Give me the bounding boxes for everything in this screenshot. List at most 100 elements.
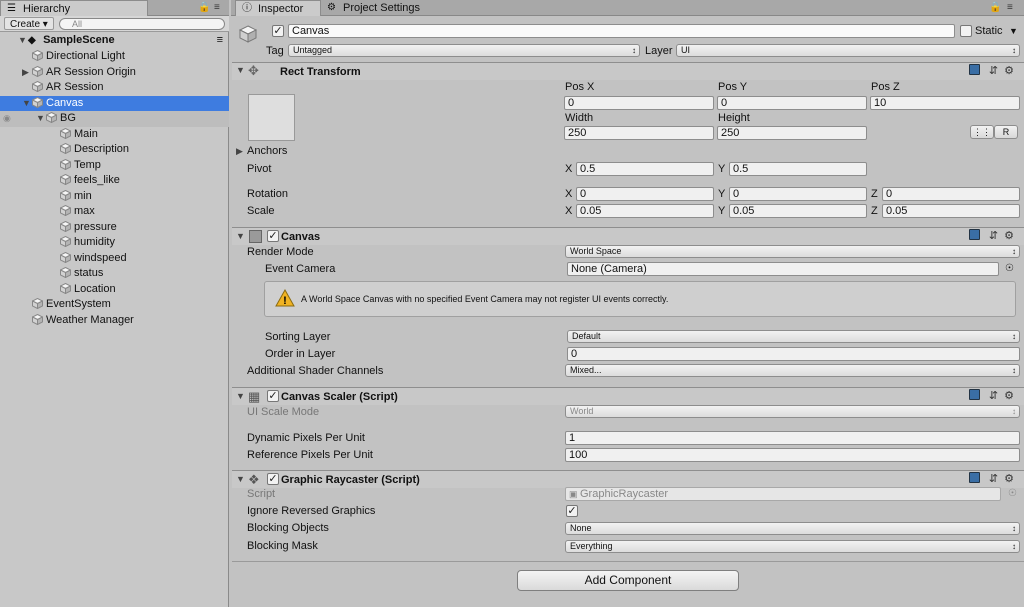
help-book-icon[interactable]	[968, 472, 980, 483]
layer-dropdown[interactable]: UI ↕	[676, 44, 1020, 57]
component-gear-icon[interactable]: ⚙	[1004, 390, 1020, 402]
help-book-icon[interactable]	[968, 389, 980, 400]
hierarchy-item[interactable]: EventSystem	[0, 297, 229, 313]
posy-field[interactable]: 0	[717, 96, 867, 110]
hierarchy-item[interactable]: pressure	[0, 220, 229, 236]
graphic-raycaster-header[interactable]: ▼ ❖ ✓ Graphic Raycaster (Script) ⇵⚙	[232, 470, 1024, 488]
raw-edit-button[interactable]: R	[994, 125, 1018, 139]
render-mode-dropdown[interactable]: World Space ↕	[565, 245, 1020, 258]
script-label: Script	[247, 488, 276, 500]
hierarchy-item[interactable]: max	[0, 204, 229, 220]
scale-y-field[interactable]: 0.05	[729, 204, 867, 218]
tag-value: Untagged	[293, 45, 333, 55]
hierarchy-item[interactable]: Description	[0, 142, 229, 158]
hierarchy-item[interactable]: Location	[0, 282, 229, 298]
static-checkbox[interactable]	[960, 25, 972, 37]
component-gear-icon[interactable]: ⚙	[1004, 230, 1020, 242]
shader-channels-dropdown[interactable]: Mixed... ↕	[565, 364, 1020, 377]
expand-arrow-icon[interactable]: ▼	[36, 111, 46, 127]
preset-icon[interactable]: ⇵	[989, 390, 1004, 402]
pane-menu-icon[interactable]: ≡	[214, 2, 220, 14]
fold-arrow-icon[interactable]: ▼	[236, 231, 245, 241]
component-header-icons: ⇵⚙	[968, 472, 1020, 485]
dropdown-arrow-icon: ↕	[1012, 46, 1016, 55]
add-component-button[interactable]: Add Component	[517, 570, 739, 591]
posz-field[interactable]: 10	[870, 96, 1020, 110]
fold-arrow-icon[interactable]: ▼	[236, 474, 245, 484]
search-input[interactable]: All	[59, 18, 225, 30]
ignore-reversed-checkbox[interactable]: ✓	[566, 505, 578, 517]
script-field: ▣ GraphicRaycaster	[565, 487, 1001, 501]
component-header-icons: ⇵⚙	[968, 64, 1020, 77]
order-in-layer-field[interactable]: 0	[567, 347, 1020, 361]
hierarchy-item[interactable]: windspeed	[0, 251, 229, 267]
tab-hierarchy[interactable]: ☰ Hierarchy	[0, 0, 148, 16]
object-name-field[interactable]: Canvas	[288, 24, 955, 38]
width-field[interactable]: 250	[564, 126, 714, 140]
hierarchy-item[interactable]: status	[0, 266, 229, 282]
object-picker-icon[interactable]: ☉	[1005, 262, 1014, 276]
hierarchy-item[interactable]: Temp	[0, 158, 229, 174]
fold-arrow-icon[interactable]: ▼	[236, 391, 245, 401]
anchors-fold-icon[interactable]: ▶	[236, 146, 243, 157]
expand-arrow-icon[interactable]: ▶	[22, 65, 32, 81]
help-book-icon[interactable]	[968, 64, 980, 75]
hierarchy-item[interactable]: min	[0, 189, 229, 205]
blocking-objects-dropdown[interactable]: None ↕	[565, 522, 1020, 535]
active-checkbox[interactable]: ✓	[272, 25, 284, 37]
inspector-lock-icon[interactable]: 🔒	[989, 2, 1001, 14]
rect-transform-header[interactable]: ▼ ✥ Rect Transform ⇵⚙	[232, 62, 1024, 80]
canvas-scaler-enabled-checkbox[interactable]: ✓	[267, 390, 279, 402]
hierarchy-item[interactable]: ▶ AR Session Origin	[0, 65, 229, 81]
posx-field[interactable]: 0	[564, 96, 714, 110]
create-button[interactable]: Create ▾	[4, 17, 54, 30]
preset-icon[interactable]: ⇵	[989, 230, 1004, 242]
expand-arrow-icon[interactable]: ▼	[22, 96, 32, 112]
anchor-preset-box[interactable]	[248, 94, 295, 141]
rotation-y-field[interactable]: 0	[729, 187, 867, 201]
tab-inspector[interactable]: ⓘ Inspector	[235, 0, 321, 16]
pivot-y-field[interactable]: 0.5	[729, 162, 867, 176]
raycaster-enabled-checkbox[interactable]: ✓	[267, 473, 279, 485]
dynamic-pixels-field[interactable]: 1	[565, 431, 1020, 445]
rotation-z-field[interactable]: 0	[882, 187, 1020, 201]
hierarchy-item[interactable]: Main	[0, 127, 229, 143]
preset-icon[interactable]: ⇵	[989, 473, 1004, 485]
reference-pixels-field[interactable]: 100	[565, 448, 1020, 462]
lock-icon[interactable]: 🔒	[198, 2, 210, 14]
scale-x-field[interactable]: 0.05	[576, 204, 714, 218]
hierarchy-item[interactable]: Directional Light	[0, 49, 229, 65]
visibility-eye-icon[interactable]: ◉	[3, 111, 11, 127]
tab-project-settings[interactable]: ⚙ Project Settings	[321, 0, 441, 16]
height-field[interactable]: 250	[717, 126, 867, 140]
fold-arrow-icon[interactable]: ▼	[236, 65, 245, 75]
scene-menu-icon[interactable]: ≡	[217, 33, 223, 49]
canvas-enabled-checkbox[interactable]: ✓	[267, 230, 279, 242]
hierarchy-item[interactable]: ▼ BG ◉	[0, 111, 229, 127]
inspector-menu-icon[interactable]: ≡	[1007, 2, 1013, 14]
hierarchy-item[interactable]: ▼ Canvas	[0, 95, 229, 112]
scale-z-field[interactable]: 0.05	[882, 204, 1020, 218]
hierarchy-item[interactable]: Weather Manager	[0, 313, 229, 329]
expand-arrow-icon[interactable]: ▼	[18, 33, 28, 49]
hierarchy-item[interactable]: humidity	[0, 235, 229, 251]
gameobject-icon	[59, 220, 72, 232]
scene-row[interactable]: ▼◆ SampleScene ≡	[0, 33, 229, 49]
hierarchy-item[interactable]: AR Session	[0, 80, 229, 96]
tag-dropdown[interactable]: Untagged ↕	[288, 44, 640, 57]
pivot-x-field[interactable]: 0.5	[576, 162, 714, 176]
rotation-x-field[interactable]: 0	[576, 187, 714, 201]
help-book-icon[interactable]	[968, 229, 980, 240]
sorting-layer-label: Sorting Layer	[265, 331, 331, 343]
component-gear-icon[interactable]: ⚙	[1004, 65, 1020, 77]
canvas-scaler-header[interactable]: ▼ ▦ ✓ Canvas Scaler (Script) ⇵⚙	[232, 387, 1024, 405]
blueprint-mode-button[interactable]: ⋮⋮	[970, 125, 994, 139]
hierarchy-item[interactable]: feels_like	[0, 173, 229, 189]
event-camera-field[interactable]: None (Camera)	[567, 262, 999, 276]
canvas-component-header[interactable]: ▼ ✓ Canvas ⇵⚙	[232, 227, 1024, 245]
component-gear-icon[interactable]: ⚙	[1004, 473, 1020, 485]
blocking-mask-dropdown[interactable]: Everything ↕	[565, 540, 1020, 553]
sorting-layer-dropdown[interactable]: Default ↕	[567, 330, 1020, 343]
static-dropdown-arrow-icon[interactable]: ▼	[1009, 24, 1018, 38]
preset-icon[interactable]: ⇵	[989, 65, 1004, 77]
